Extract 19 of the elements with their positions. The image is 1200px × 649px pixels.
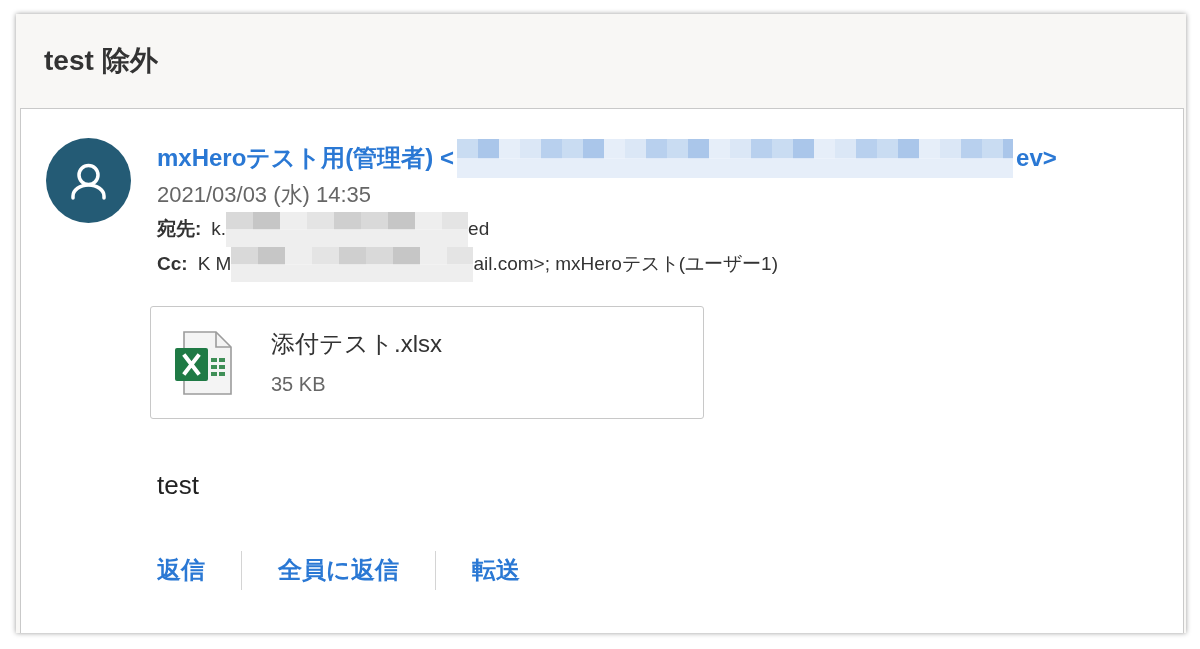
message-body: test (157, 469, 199, 502)
spreadsheet-file-icon (175, 330, 232, 395)
email-subject: test 除外 (44, 44, 158, 78)
recipient-text: ail.com>; mxHeroテスト(ユーザー1) (473, 252, 778, 277)
person-avatar-icon (46, 138, 131, 223)
attachment-card[interactable]: 添付テスト.xlsx 35 KB (150, 306, 704, 419)
reply-link[interactable]: 返信 (157, 550, 205, 590)
sender-link[interactable]: mxHeroテスト用(管理者) < (157, 138, 455, 178)
forward-link[interactable]: 転送 (472, 550, 520, 590)
recipient-text: K M (197, 252, 232, 277)
message-date: 2021/03/03 (水) 14:35 (157, 181, 372, 209)
sender-link[interactable]: ev> (1016, 138, 1057, 178)
recipient-text: k. (211, 217, 227, 242)
attachment-name: 添付テスト.xlsx (271, 328, 442, 359)
recipient-label: Cc: (157, 252, 188, 277)
reply-all-link[interactable]: 全員に返信 (278, 550, 399, 590)
attachment-size: 35 KB (271, 371, 327, 397)
recipient-label: 宛先: (157, 217, 202, 242)
recipient-text: ed (468, 217, 490, 242)
